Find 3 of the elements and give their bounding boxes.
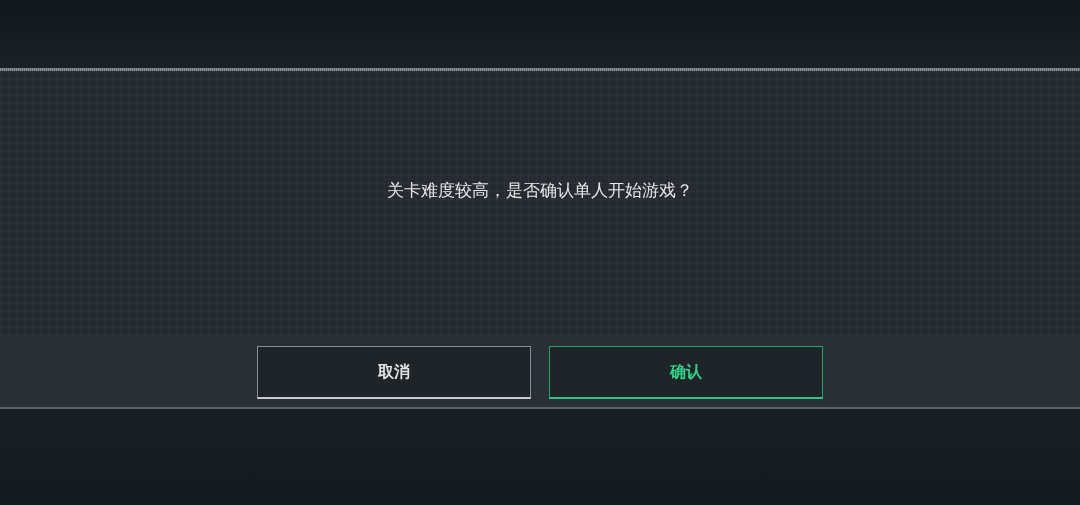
cancel-button[interactable]: 取消 xyxy=(257,346,531,399)
confirm-button[interactable]: 确认 xyxy=(549,346,823,399)
dialog-message: 关卡难度较高，是否确认单人开始游戏？ xyxy=(387,179,693,202)
